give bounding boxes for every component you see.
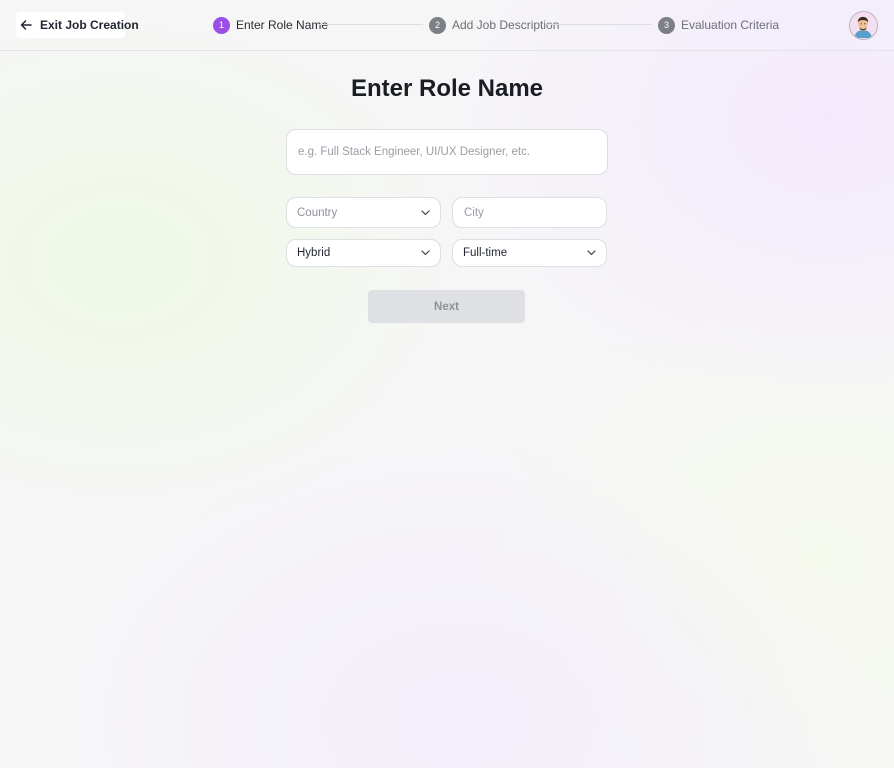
top-bar: Exit Job Creation 1 Enter Role Name 2 Ad…: [0, 0, 894, 51]
employment-type-select[interactable]: Full-time: [452, 239, 607, 267]
exit-label: Exit Job Creation: [40, 18, 139, 32]
step-connector: [318, 24, 423, 25]
step-enter-role-name: 1 Enter Role Name: [213, 16, 328, 34]
chevron-down-icon: [420, 208, 430, 218]
avatar[interactable]: [849, 11, 878, 40]
step-add-job-description: 2 Add Job Description: [429, 16, 559, 34]
employment-type-select-value: Full-time: [463, 247, 508, 259]
step-label: Evaluation Criteria: [681, 18, 780, 32]
role-name-input[interactable]: [286, 129, 608, 175]
country-select-value: Country: [297, 206, 338, 219]
step-label: Add Job Description: [452, 18, 560, 32]
country-select[interactable]: Country: [286, 197, 441, 228]
exit-job-creation-button[interactable]: Exit Job Creation: [16, 12, 139, 38]
step-connector: [547, 24, 652, 25]
step-number: 1: [213, 16, 230, 34]
next-button[interactable]: Next: [368, 290, 525, 323]
step-evaluation-criteria: 3 Evaluation Criteria: [658, 16, 779, 34]
chevron-down-icon: [420, 248, 430, 258]
step-number: 2: [429, 16, 446, 34]
page-title: Enter Role Name: [350, 75, 544, 102]
step-number: 3: [658, 16, 675, 34]
work-mode-select-value: Hybrid: [297, 247, 331, 259]
city-input[interactable]: [452, 197, 607, 228]
arrow-left-icon: [20, 18, 32, 32]
work-mode-select[interactable]: Hybrid: [286, 239, 441, 267]
step-label: Enter Role Name: [236, 18, 329, 32]
chevron-down-icon: [586, 248, 596, 258]
